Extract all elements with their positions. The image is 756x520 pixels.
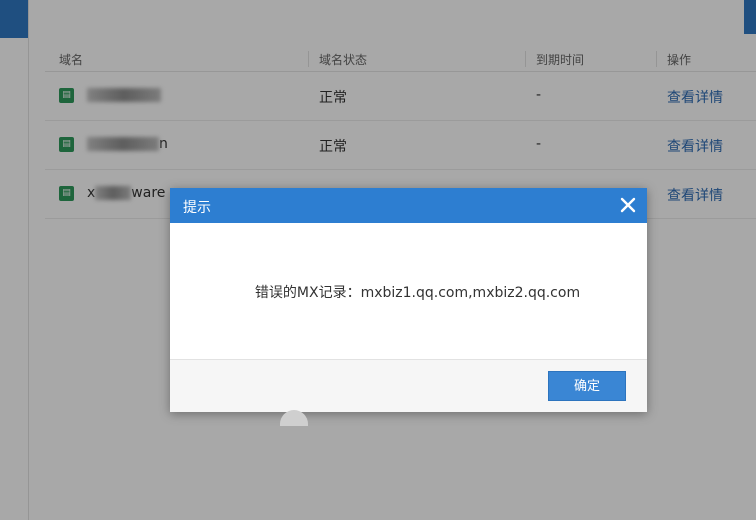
close-icon[interactable]: [617, 194, 639, 216]
dialog-title: 提示: [183, 200, 211, 216]
dialog-body: 错误的MX记录：mxbiz1.qq.com,mxbiz2.qq.com: [170, 223, 647, 360]
alert-dialog: 提示 错误的MX记录：mxbiz1.qq.com,mxbiz2.qq.com 确…: [170, 188, 647, 412]
dialog-message: 错误的MX记录：mxbiz1.qq.com,mxbiz2.qq.com: [254, 285, 581, 301]
ok-button[interactable]: 确定: [548, 371, 626, 401]
dialog-header: 提示: [170, 188, 647, 223]
dialog-footer: 确定: [170, 360, 647, 412]
